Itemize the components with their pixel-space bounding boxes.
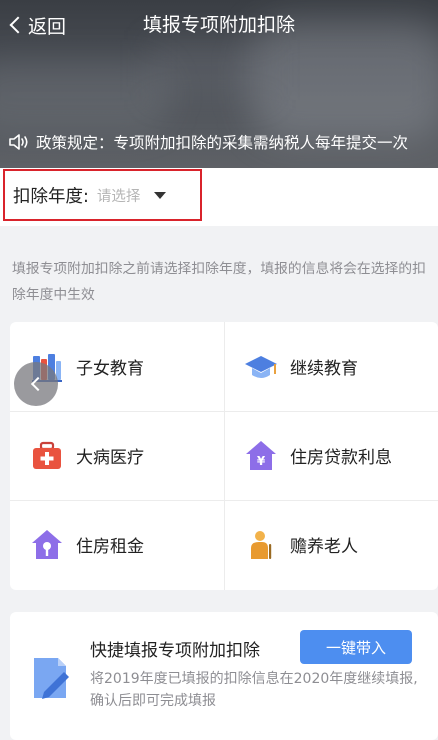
policy-notice: 政策规定：专项附加扣除的采集需纳税人每年提交一次 — [0, 122, 438, 162]
graduation-cap-icon — [245, 355, 277, 378]
policy-notice-text: 政策规定：专项附加扣除的采集需纳税人每年提交一次 — [36, 134, 409, 152]
house-key-icon — [32, 529, 62, 559]
category-label: 继续教育 — [290, 359, 358, 379]
quick-fill-description: 将2019年度已填报的扣除信息在2020年度继续填报,确认后即可完成填报 — [90, 671, 418, 709]
category-serious-illness[interactable]: 大病医疗 — [10, 411, 224, 500]
category-continuing-education[interactable]: 继续教育 — [224, 322, 438, 411]
quick-fill-card: 快捷填报专项附加扣除 一键带入 将2019年度已填报的扣除信息在2020年度继续… — [10, 612, 438, 740]
chevron-left-icon — [30, 376, 46, 392]
elderly-person-icon — [251, 530, 272, 559]
year-placeholder: 请选择 — [96, 188, 141, 205]
medical-kit-icon — [33, 441, 61, 469]
category-label: 住房租金 — [76, 537, 144, 557]
one-click-import-button[interactable]: 一键带入 — [300, 630, 412, 664]
page-title: 填报专项附加扣除 — [142, 14, 295, 36]
category-grid: 子女教育 继续教育 大病医疗 ¥ 住房贷款利息 住房租金 赡养老人 — [10, 322, 438, 590]
category-housing-rent[interactable]: 住房租金 — [10, 500, 224, 589]
category-mortgage-interest[interactable]: ¥ 住房贷款利息 — [224, 411, 438, 500]
edit-document-icon — [34, 658, 69, 699]
svg-text:¥: ¥ — [257, 454, 266, 468]
quick-fill-title: 快捷填报专项附加扣除 — [90, 641, 260, 661]
category-label: 大病医疗 — [76, 448, 144, 468]
category-label: 子女教育 — [76, 359, 144, 379]
banner-background — [0, 60, 170, 130]
year-hint: 填报专项附加扣除之前请选择扣除年度，填报的信息将会在选择的扣除年度中生效 — [12, 261, 426, 303]
caret-down-icon — [154, 191, 167, 199]
header-banner: 返回 填报专项附加扣除 政策规定：专项附加扣除的采集需纳税人每年提交一次 — [0, 0, 438, 168]
year-selector[interactable]: 扣除年度: 请选择 — [3, 169, 202, 221]
category-elderly-support[interactable]: 赡养老人 — [224, 500, 438, 589]
house-yen-icon: ¥ — [246, 440, 276, 470]
banner-background — [150, 40, 270, 100]
year-label: 扣除年度: — [13, 186, 89, 207]
category-label: 赡养老人 — [290, 537, 358, 557]
floating-back-button[interactable] — [14, 362, 58, 406]
category-label: 住房贷款利息 — [290, 448, 392, 468]
speaker-icon — [9, 134, 28, 150]
